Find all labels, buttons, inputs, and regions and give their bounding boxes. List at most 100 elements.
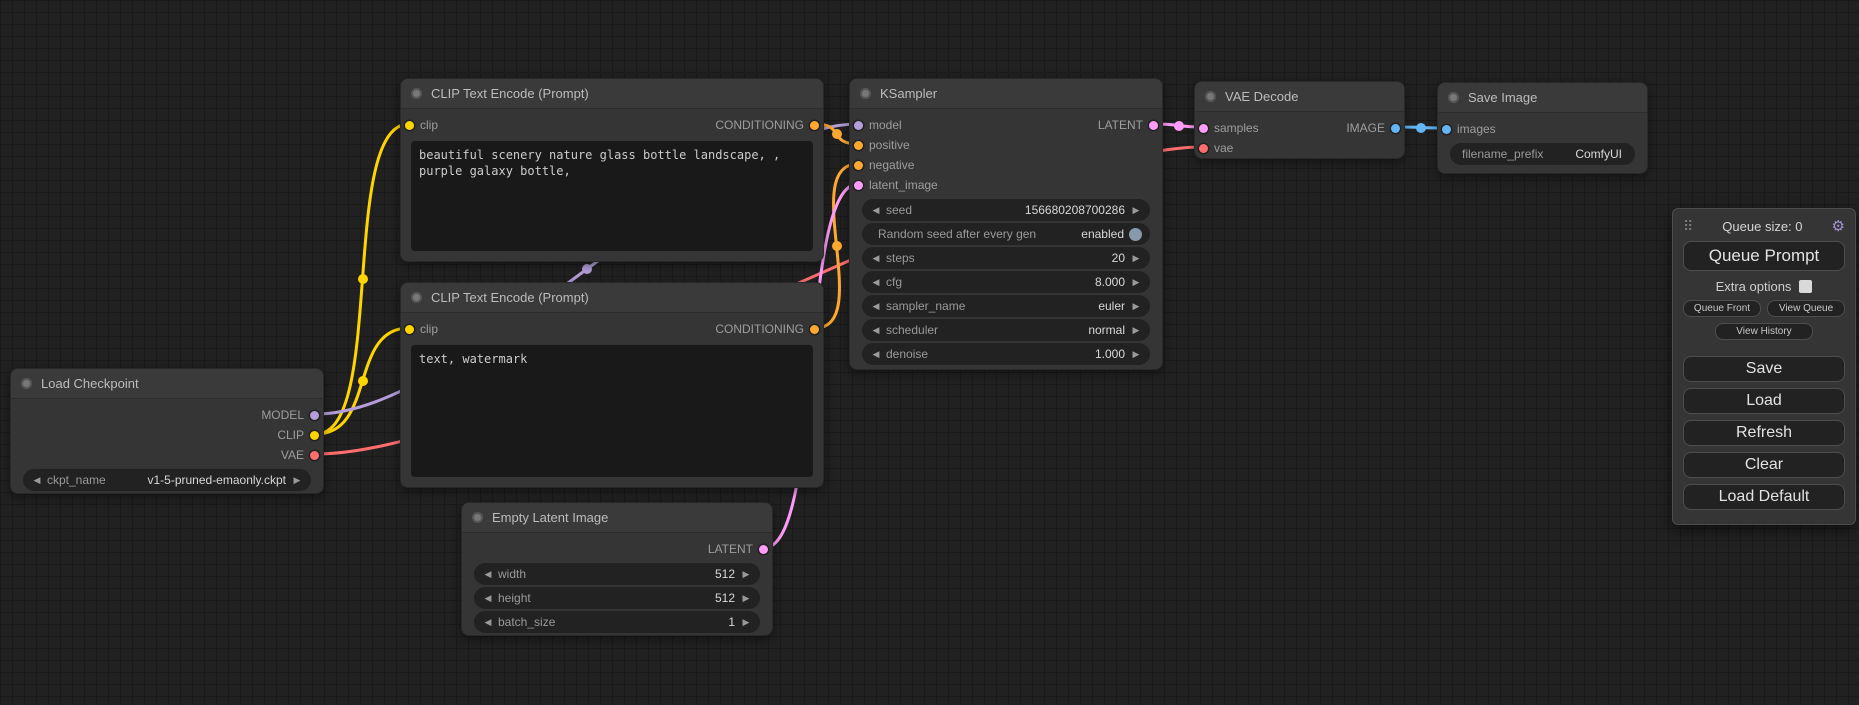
stepper-left-icon[interactable]: ◀: [870, 301, 882, 312]
save-button[interactable]: Save: [1683, 356, 1845, 382]
widget-seed[interactable]: ◀ seed 156680208700286 ▶: [862, 199, 1150, 221]
clip-input-dot[interactable]: [405, 325, 414, 334]
toggle-knob-icon[interactable]: [1129, 228, 1142, 241]
collapse-dot-icon[interactable]: [860, 88, 871, 99]
stepper-left-icon[interactable]: ◀: [870, 205, 882, 216]
widget-batch-size[interactable]: ◀ batch_size 1 ▶: [474, 611, 760, 633]
node-title-bar[interactable]: Save Image: [1438, 83, 1647, 113]
clip-output-dot[interactable]: [310, 431, 319, 440]
node-title-bar[interactable]: VAE Decode: [1195, 82, 1404, 112]
stepper-left-icon[interactable]: ◀: [870, 349, 882, 360]
widget-cfg[interactable]: ◀ cfg 8.000 ▶: [862, 271, 1150, 293]
slot-label: positive: [869, 138, 910, 152]
positive-input-dot[interactable]: [854, 141, 863, 150]
prompt-textarea[interactable]: text, watermark: [411, 345, 813, 477]
load-button[interactable]: Load: [1683, 388, 1845, 414]
conditioning-output-dot[interactable]: [810, 121, 819, 130]
node-empty-latent-image[interactable]: Empty Latent Image LATENT ◀ width 512 ▶ …: [461, 502, 773, 636]
link-midpoint-dot: [1416, 123, 1426, 133]
stepper-left-icon[interactable]: ◀: [482, 569, 494, 580]
image-output-dot[interactable]: [1391, 124, 1400, 133]
prompt-textarea[interactable]: beautiful scenery nature glass bottle la…: [411, 141, 813, 251]
vae-output-dot[interactable]: [310, 451, 319, 460]
stepper-left-icon[interactable]: ◀: [870, 325, 882, 336]
node-title-bar[interactable]: Load Checkpoint: [11, 369, 323, 399]
samples-input-dot[interactable]: [1199, 124, 1208, 133]
stepper-left-icon[interactable]: ◀: [482, 593, 494, 604]
stepper-left-icon[interactable]: ◀: [482, 617, 494, 628]
view-queue-button[interactable]: View Queue: [1767, 300, 1845, 317]
stepper-right-icon[interactable]: ▶: [740, 617, 752, 628]
settings-gear-icon[interactable]: ⚙: [1832, 217, 1845, 235]
stepper-right-icon[interactable]: ▶: [1130, 349, 1142, 360]
node-clip-text-encode-negative[interactable]: CLIP Text Encode (Prompt) clip CONDITION…: [400, 282, 824, 488]
stepper-right-icon[interactable]: ▶: [1130, 301, 1142, 312]
slot-label: CONDITIONING: [715, 322, 804, 336]
link-midpoint-dot: [582, 264, 592, 274]
stepper-left-icon[interactable]: ◀: [870, 277, 882, 288]
widget-width[interactable]: ◀ width 512 ▶: [474, 563, 760, 585]
collapse-dot-icon[interactable]: [1448, 92, 1459, 103]
stepper-right-icon[interactable]: ▶: [1130, 325, 1142, 336]
stepper-right-icon[interactable]: ▶: [740, 569, 752, 580]
widget-scheduler[interactable]: ◀ scheduler normal ▶: [862, 319, 1150, 341]
extra-options-row: Extra options: [1683, 279, 1845, 294]
widget-denoise[interactable]: ◀ denoise 1.000 ▶: [862, 343, 1150, 365]
node-title-bar[interactable]: Empty Latent Image: [462, 503, 772, 533]
collapse-dot-icon[interactable]: [411, 292, 422, 303]
node-title: Empty Latent Image: [492, 510, 608, 525]
menu-header: ⠿ Queue size: 0 ⚙: [1683, 217, 1845, 235]
stepper-left-icon[interactable]: ◀: [870, 253, 882, 264]
refresh-button[interactable]: Refresh: [1683, 420, 1845, 446]
queue-front-button[interactable]: Queue Front: [1683, 300, 1761, 317]
node-vae-decode[interactable]: VAE Decode samples IMAGE vae: [1194, 81, 1405, 159]
widget-random-seed-toggle[interactable]: Random seed after every gen enabled: [862, 223, 1150, 245]
widget-steps[interactable]: ◀ steps 20 ▶: [862, 247, 1150, 269]
extra-options-checkbox[interactable]: [1799, 280, 1812, 293]
stepper-right-icon[interactable]: ▶: [1130, 205, 1142, 216]
collapse-dot-icon[interactable]: [472, 512, 483, 523]
collapse-dot-icon[interactable]: [21, 378, 32, 389]
node-save-image[interactable]: Save Image images filename_prefix ComfyU…: [1437, 82, 1648, 174]
node-title-bar[interactable]: CLIP Text Encode (Prompt): [401, 79, 823, 109]
input-slot-latent-image: latent_image: [850, 175, 1162, 195]
view-history-button[interactable]: View History: [1715, 323, 1813, 340]
node-title-bar[interactable]: KSampler: [850, 79, 1162, 109]
widget-ckpt-name[interactable]: ◀ ckpt_name v1-5-pruned-emaonly.ckpt ▶: [23, 469, 311, 491]
comfy-menu-panel[interactable]: ⠿ Queue size: 0 ⚙ Queue Prompt Extra opt…: [1672, 208, 1856, 525]
vae-input-dot[interactable]: [1199, 144, 1208, 153]
model-output-dot[interactable]: [310, 411, 319, 420]
widget-height[interactable]: ◀ height 512 ▶: [474, 587, 760, 609]
node-load-checkpoint[interactable]: Load Checkpoint MODEL CLIP VAE ◀ ckpt_na…: [10, 368, 324, 494]
collapse-dot-icon[interactable]: [411, 88, 422, 99]
latent-output-dot[interactable]: [759, 545, 768, 554]
clear-button[interactable]: Clear: [1683, 452, 1845, 478]
stepper-right-icon[interactable]: ▶: [1130, 253, 1142, 264]
stepper-right-icon[interactable]: ▶: [740, 593, 752, 604]
stepper-right-icon[interactable]: ▶: [1130, 277, 1142, 288]
widget-sampler-name[interactable]: ◀ sampler_name euler ▶: [862, 295, 1150, 317]
node-ksampler[interactable]: KSampler model LATENT positive negative: [849, 78, 1163, 370]
slot-label: MODEL: [261, 408, 304, 422]
widget-filename-prefix[interactable]: filename_prefix ComfyUI: [1450, 143, 1635, 165]
queue-size-label: Queue size: 0: [1693, 219, 1831, 234]
drag-handle-icon[interactable]: ⠿: [1683, 218, 1693, 235]
input-slot-negative: negative: [850, 155, 1162, 175]
load-default-button[interactable]: Load Default: [1683, 484, 1845, 510]
negative-input-dot[interactable]: [854, 161, 863, 170]
clip-input-dot[interactable]: [405, 121, 414, 130]
queue-prompt-button[interactable]: Queue Prompt: [1683, 241, 1845, 271]
link-midpoint-dot: [832, 241, 842, 251]
images-input-dot[interactable]: [1442, 125, 1451, 134]
latent-output-dot[interactable]: [1149, 121, 1158, 130]
stepper-left-icon[interactable]: ◀: [31, 475, 43, 486]
conditioning-output-dot[interactable]: [810, 325, 819, 334]
model-input-dot[interactable]: [854, 121, 863, 130]
node-title: VAE Decode: [1225, 89, 1298, 104]
slot-row-clip-conditioning: clip CONDITIONING: [401, 115, 823, 135]
stepper-right-icon[interactable]: ▶: [291, 475, 303, 486]
node-clip-text-encode-positive[interactable]: CLIP Text Encode (Prompt) clip CONDITION…: [400, 78, 824, 262]
latent-image-input-dot[interactable]: [854, 181, 863, 190]
collapse-dot-icon[interactable]: [1205, 91, 1216, 102]
node-title-bar[interactable]: CLIP Text Encode (Prompt): [401, 283, 823, 313]
